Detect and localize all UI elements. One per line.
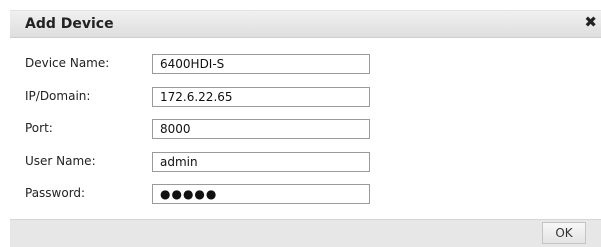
ok-button[interactable]: OK [542, 222, 586, 244]
port-row: Port: 8000 [10, 119, 601, 141]
dialog-titlebar: Add Device ✖ [10, 10, 601, 38]
ip-domain-label: IP/Domain: [25, 89, 91, 103]
port-label: Port: [25, 121, 53, 135]
password-label: Password: [25, 186, 86, 200]
dialog-footer: OK [10, 219, 601, 247]
user-name-input[interactable]: admin [152, 152, 370, 172]
password-row: Password: ●●●●● [10, 184, 601, 206]
user-name-label: User Name: [25, 154, 96, 168]
dialog-title: Add Device [25, 16, 114, 32]
ip-domain-input[interactable]: 172.6.22.65 [152, 87, 370, 107]
user-name-row: User Name: admin [10, 152, 601, 174]
close-icon[interactable]: ✖ [584, 13, 597, 31]
add-device-dialog: Add Device ✖ Device Name: 6400HDI-S IP/D… [0, 0, 601, 247]
device-name-input[interactable]: 6400HDI-S [152, 54, 370, 74]
password-input[interactable]: ●●●●● [152, 184, 370, 204]
port-input[interactable]: 8000 [152, 119, 370, 139]
device-name-row: Device Name: 6400HDI-S [10, 54, 601, 76]
ip-domain-row: IP/Domain: 172.6.22.65 [10, 87, 601, 109]
device-name-label: Device Name: [25, 56, 110, 70]
